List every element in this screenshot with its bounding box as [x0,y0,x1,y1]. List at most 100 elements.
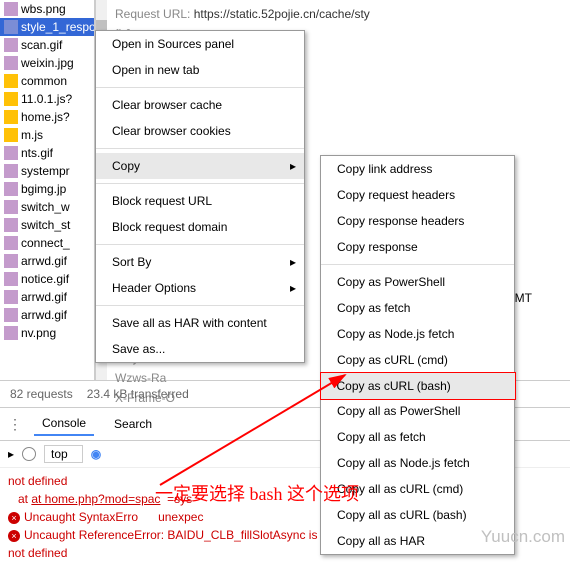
error-icon: × [8,512,20,524]
menu-copy-all-node[interactable]: Copy all as Node.js fetch [321,450,514,476]
file-name: home.js? [21,110,70,124]
menu-copy-curl-bash[interactable]: Copy as cURL (bash) [320,372,516,400]
file-item[interactable]: nv.png [0,324,94,342]
file-type-icon [4,326,18,340]
expand-icon[interactable]: ▸ [8,447,14,461]
file-name: scan.gif [21,38,62,52]
file-item[interactable]: notice.gif [0,270,94,288]
file-name: bgimg.jp [21,182,66,196]
menu-open-tab[interactable]: Open in new tab [96,57,304,83]
file-item[interactable]: arrwd.gif [0,306,94,324]
file-item[interactable]: weixin.jpg [0,54,94,72]
file-item[interactable]: switch_st [0,216,94,234]
file-name: m.js [21,128,43,142]
menu-separator [321,264,514,265]
url-label: Request URL: [115,7,190,21]
menu-copy-resp[interactable]: Copy response [321,234,514,260]
url-value: https://static.52pojie.cn/cache/sty [194,7,370,21]
file-name: style_1_responsive.css?fL2 [21,20,95,34]
file-type-icon [4,56,18,70]
file-name: switch_w [21,200,70,214]
more-icon[interactable]: ⋮ [8,416,22,433]
menu-separator [96,305,304,306]
menu-copy-curl-cmd[interactable]: Copy as cURL (cmd) [321,347,514,373]
annotation-text: 一定要选择 bash 这个选项 [155,480,359,506]
file-type-icon [4,272,18,286]
file-item[interactable]: arrwd.gif [0,252,94,270]
file-item[interactable]: m.js [0,126,94,144]
file-item[interactable]: wbs.png [0,0,94,18]
file-name: weixin.jpg [21,56,74,70]
watermark: Yuucn.com [481,527,565,547]
menu-separator [96,148,304,149]
file-name: arrwd.gif [21,308,67,322]
file-type-icon [4,146,18,160]
tab-search[interactable]: Search [106,413,160,435]
menu-separator [96,87,304,88]
file-item[interactable]: 11.0.1.js? [0,90,94,108]
file-name: arrwd.gif [21,290,67,304]
menu-copy-node-fetch[interactable]: Copy as Node.js fetch [321,321,514,347]
file-name: notice.gif [21,272,69,286]
file-type-icon [4,164,18,178]
file-type-icon [4,236,18,250]
file-item[interactable]: home.js? [0,108,94,126]
file-type-icon [4,254,18,268]
file-type-icon [4,38,18,52]
file-type-icon [4,218,18,232]
clear-icon[interactable] [22,447,36,461]
menu-clear-cache[interactable]: Clear browser cache [96,92,304,118]
file-type-icon [4,74,18,88]
menu-open-sources[interactable]: Open in Sources panel [96,31,304,57]
menu-copy-all-ps[interactable]: Copy all as PowerShell [321,398,514,424]
menu-header-options[interactable]: Header Options [96,275,304,301]
menu-copy[interactable]: Copy [96,153,304,179]
menu-block-url[interactable]: Block request URL [96,188,304,214]
menu-save-har[interactable]: Save all as HAR with content [96,310,304,336]
file-type-icon [4,308,18,322]
menu-clear-cookies[interactable]: Clear browser cookies [96,118,304,144]
file-item[interactable]: bgimg.jp [0,180,94,198]
file-name: nv.png [21,326,56,340]
file-name: systempr [21,164,70,178]
menu-copy-resp-headers[interactable]: Copy response headers [321,208,514,234]
menu-copy-link[interactable]: Copy link address [321,156,514,182]
file-item[interactable]: switch_w [0,198,94,216]
transferred-size: 23.4 kB transferred [87,387,189,401]
menu-save-as[interactable]: Save as... [96,336,304,362]
file-name: 11.0.1.js? [21,92,72,106]
menu-block-domain[interactable]: Block request domain [96,214,304,240]
file-item[interactable]: style_1_responsive.css?fL2 [0,18,94,36]
menu-separator [96,244,304,245]
file-type-icon [4,110,18,124]
file-item[interactable]: common [0,72,94,90]
menu-copy-req-headers[interactable]: Copy request headers [321,182,514,208]
menu-copy-ps[interactable]: Copy as PowerShell [321,269,514,295]
file-list: wbs.png style_1_responsive.css?fL2 scan.gi… [0,0,95,380]
file-name: common [21,74,67,88]
file-type-icon [4,20,18,34]
file-type-icon [4,92,18,106]
menu-sort-by[interactable]: Sort By [96,249,304,275]
file-name: connect_ [21,236,70,250]
file-item[interactable]: systempr [0,162,94,180]
file-item[interactable]: nts.gif [0,144,94,162]
file-item[interactable]: connect_ [0,234,94,252]
error-icon: × [8,530,20,542]
tab-console[interactable]: Console [34,412,94,436]
file-type-icon [4,128,18,142]
context-indicator: ◉ [91,447,101,461]
file-type-icon [4,182,18,196]
file-name: wbs.png [21,2,66,16]
file-type-icon [4,200,18,214]
file-type-icon [4,290,18,304]
menu-separator [96,183,304,184]
context-menu-main: Open in Sources panel Open in new tab Cl… [95,30,305,363]
context-dropdown[interactable]: top [44,445,83,463]
file-item[interactable]: scan.gif [0,36,94,54]
menu-copy-fetch[interactable]: Copy as fetch [321,295,514,321]
wzws-label: Wzws-Ra [115,371,166,385]
menu-copy-all-fetch[interactable]: Copy all as fetch [321,424,514,450]
file-item[interactable]: arrwd.gif [0,288,94,306]
file-name: arrwd.gif [21,254,67,268]
